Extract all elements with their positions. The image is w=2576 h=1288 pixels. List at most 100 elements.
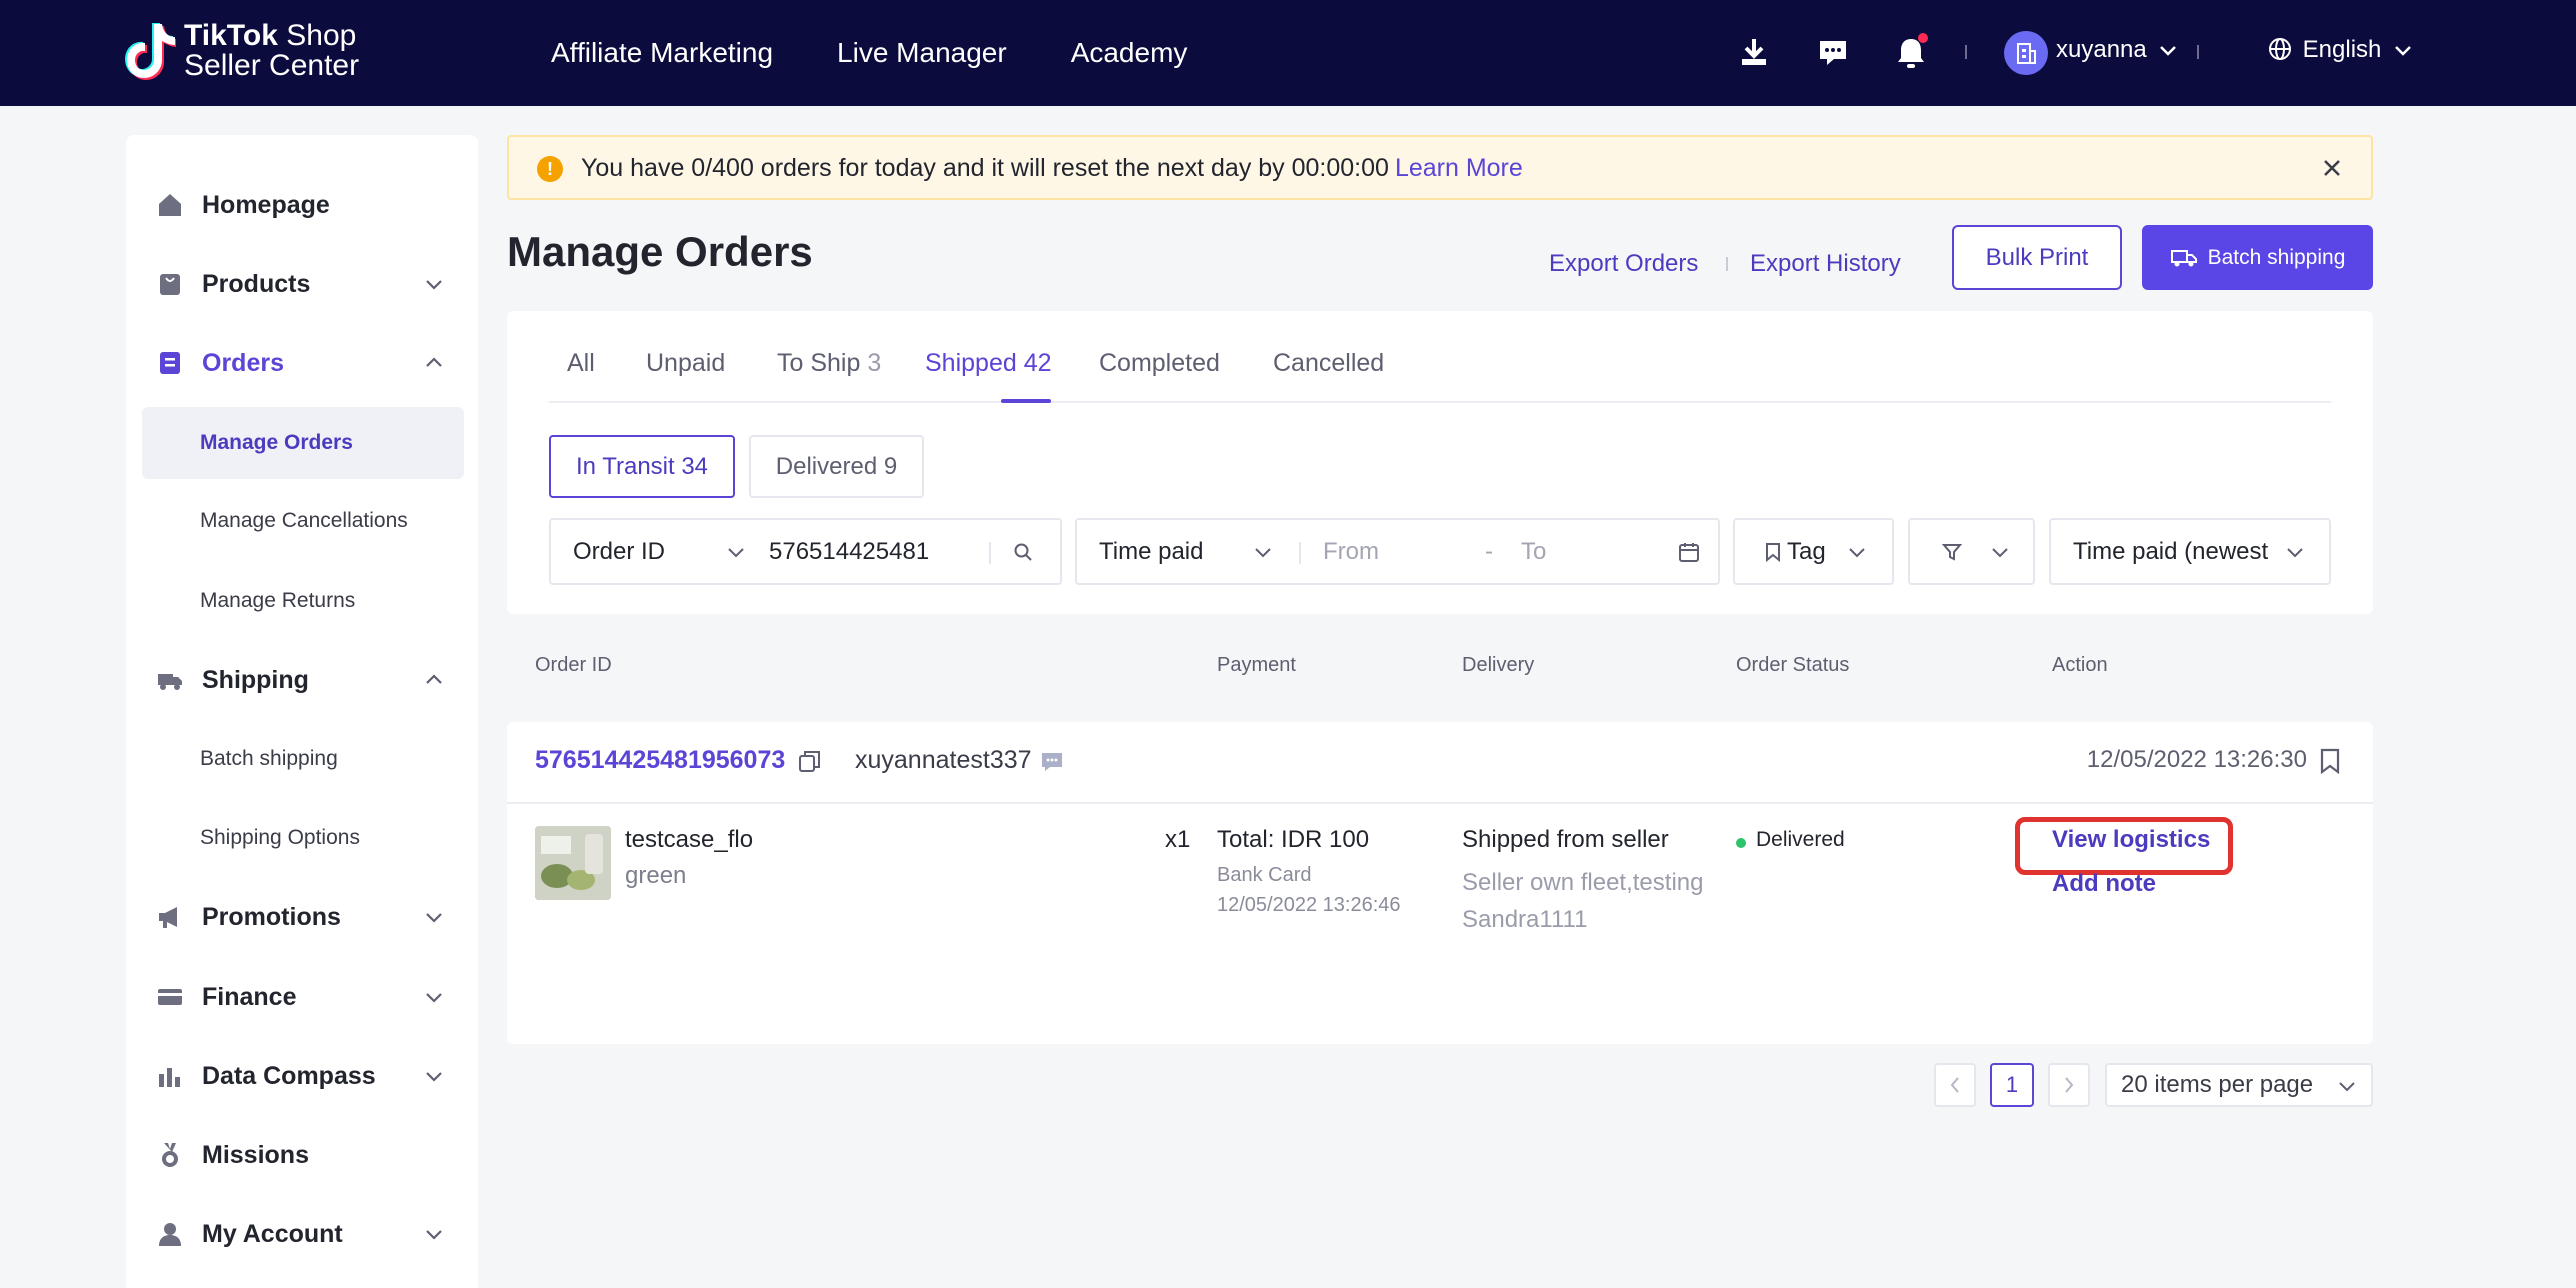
export-orders-link[interactable]: Export Orders — [1549, 250, 1698, 278]
header-divider — [1726, 257, 1728, 271]
chevron-down-icon — [2339, 1082, 2355, 1092]
filter-card: All Unpaid To Ship 3 Shipped 42 Complete… — [507, 311, 2373, 614]
tab-all[interactable]: All — [567, 349, 595, 378]
nav-academy[interactable]: Academy — [1071, 37, 1188, 69]
sidebar-item-missions[interactable]: Missions — [126, 1125, 478, 1185]
username-menu[interactable]: xuyanna — [2056, 36, 2177, 64]
message-icon[interactable] — [1813, 33, 1853, 73]
tiktok-logo-icon — [125, 23, 176, 80]
filter-icon — [1942, 544, 1962, 561]
close-icon[interactable] — [2321, 157, 2343, 179]
truck-icon — [2170, 249, 2197, 266]
subtab-delivered[interactable]: Delivered 9 — [749, 435, 924, 498]
tab-unpaid[interactable]: Unpaid — [646, 349, 725, 378]
learn-more-link[interactable]: Learn More — [1395, 154, 1523, 182]
chevron-down-icon — [2395, 46, 2411, 56]
sidebar-item-my-account[interactable]: My Account — [126, 1204, 478, 1264]
order-date: 12/05/2022 13:26:30 — [2086, 746, 2307, 773]
sidebar-item-shipping-options[interactable]: Shipping Options — [142, 802, 464, 874]
sidebar-item-promotions[interactable]: Promotions — [126, 887, 478, 947]
chevron-down-icon — [2287, 548, 2303, 558]
chat-icon[interactable] — [1041, 752, 1063, 772]
sidebar-item-manage-cancellations[interactable]: Manage Cancellations — [142, 485, 464, 557]
logo-text: TikTok Shop Seller Center — [184, 19, 360, 82]
date-dash: - — [1485, 538, 1493, 565]
product-thumbnail — [535, 826, 611, 900]
language-selector[interactable]: English — [2268, 36, 2412, 64]
tiktok-shop-logo[interactable]: TikTok Shop Seller Center — [124, 20, 359, 82]
quantity: x1 — [1165, 826, 1191, 853]
tag-filter[interactable]: Tag — [1733, 518, 1894, 585]
megaphone-icon — [159, 907, 177, 928]
chevron-down-icon — [426, 913, 442, 923]
subtab-in-transit[interactable]: In Transit 34 — [549, 435, 735, 498]
page-1-button[interactable]: 1 — [1990, 1063, 2034, 1107]
copy-icon[interactable] — [797, 748, 823, 774]
batch-shipping-button[interactable]: Batch shipping — [2142, 225, 2373, 290]
bell-icon[interactable] — [1891, 33, 1931, 73]
sidebar-item-orders[interactable]: Orders — [126, 333, 478, 393]
download-icon[interactable] — [1734, 33, 1774, 73]
chevron-down-icon — [1992, 548, 2008, 558]
add-note-button[interactable]: Add note — [2052, 870, 2156, 898]
sidebar: Homepage Products Orders Manage Orders M… — [126, 135, 478, 1288]
banner-text: You have 0/400 orders for today and it w… — [581, 154, 1523, 182]
status-dot — [1736, 838, 1746, 848]
time-filter-box: Time paid From - To — [1075, 518, 1720, 585]
tab-shipped[interactable]: Shipped 42 — [925, 349, 1052, 378]
bookmark-icon — [1766, 543, 1780, 562]
column-action: Action — [2052, 654, 2108, 676]
home-icon — [159, 194, 181, 216]
sort-label: Time paid (newest — [2073, 538, 2269, 565]
prev-page-button[interactable] — [1934, 1063, 1976, 1107]
sidebar-item-shipping[interactable]: Shipping — [126, 650, 478, 710]
search-type-select[interactable]: Order ID — [573, 538, 665, 566]
sidebar-item-data-compass[interactable]: Data Compass — [126, 1046, 478, 1106]
truck-icon — [158, 674, 182, 690]
view-logistics-button[interactable]: View logistics — [2052, 826, 2210, 854]
sidebar-item-manage-returns[interactable]: Manage Returns — [142, 565, 464, 637]
tab-completed[interactable]: Completed — [1099, 349, 1220, 378]
export-history-link[interactable]: Export History — [1750, 250, 1901, 278]
sidebar-item-finance[interactable]: Finance — [126, 967, 478, 1027]
search-input[interactable]: 576514425481 — [769, 538, 929, 566]
nav-live-manager[interactable]: Live Manager — [837, 37, 1007, 69]
warning-icon: ! — [537, 156, 563, 182]
sidebar-item-batch-shipping[interactable]: Batch shipping — [142, 723, 464, 795]
topbar-divider — [1965, 45, 1967, 59]
delivery-carrier: Seller own fleet,testing Sandra1111 — [1462, 869, 1704, 933]
date-from-input[interactable]: From — [1323, 538, 1379, 566]
advanced-filter[interactable] — [1908, 518, 2035, 585]
order-id-link[interactable]: 576514425481956073 — [535, 746, 785, 775]
chevron-down-icon — [426, 1072, 442, 1082]
tab-to-ship[interactable]: To Ship 3 — [777, 349, 881, 378]
calendar-icon[interactable] — [1677, 540, 1701, 564]
globe-icon — [2269, 38, 2291, 60]
topbar-divider — [2197, 45, 2199, 59]
language-label: English — [2302, 36, 2382, 63]
order-search-box: Order ID 576514425481 — [549, 518, 1062, 585]
bulk-print-button[interactable]: Bulk Print — [1952, 225, 2122, 290]
chevron-down-icon — [426, 993, 442, 1003]
sort-select[interactable]: Time paid (newest — [2049, 518, 2331, 585]
sidebar-item-products[interactable]: Products — [126, 254, 478, 314]
tab-cancelled[interactable]: Cancelled — [1273, 349, 1384, 378]
sidebar-item-homepage[interactable]: Homepage — [126, 175, 478, 235]
chevron-down-icon — [728, 548, 744, 558]
divider — [989, 542, 991, 564]
page-size-select[interactable]: 20 items per page — [2105, 1063, 2373, 1107]
column-order-id: Order ID — [535, 654, 612, 676]
time-type-select[interactable]: Time paid — [1099, 538, 1203, 566]
status-badge: Delivered — [1756, 828, 1845, 851]
search-icon[interactable] — [1013, 542, 1033, 562]
bookmark-icon[interactable] — [2319, 748, 2341, 774]
medal-icon — [162, 1143, 178, 1167]
main-nav: Affiliate Marketing Live Manager Academy — [551, 0, 1251, 106]
sidebar-item-manage-orders[interactable]: Manage Orders — [142, 407, 464, 479]
next-page-button[interactable] — [2048, 1063, 2090, 1107]
active-tab-indicator — [1001, 399, 1051, 403]
avatar[interactable] — [2004, 31, 2048, 75]
order-limit-banner: ! You have 0/400 orders for today and it… — [507, 135, 2373, 200]
date-to-input[interactable]: To — [1521, 538, 1546, 566]
nav-affiliate-marketing[interactable]: Affiliate Marketing — [551, 37, 773, 69]
